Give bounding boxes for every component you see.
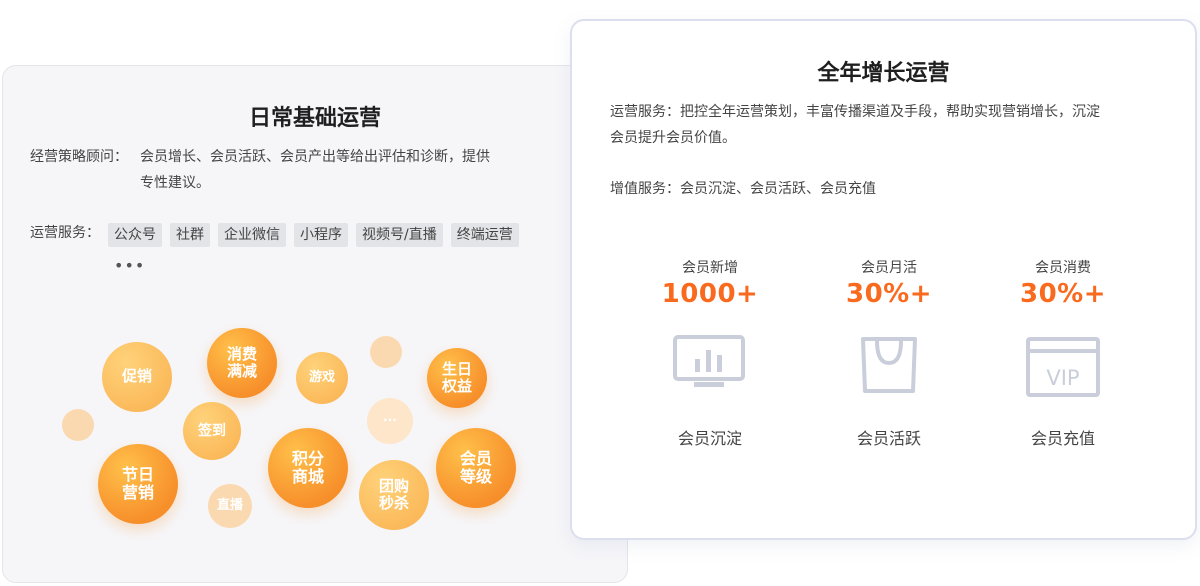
stat-new-members: 会员新增 1000+ <box>630 257 790 309</box>
bubble-small-2 <box>62 409 94 441</box>
bubble-ellipsis: ··· <box>367 398 413 444</box>
annual-growth-title: 全年增长运营 <box>817 61 950 86</box>
shopping-bag-icon <box>857 333 921 399</box>
bubble-member-level: 会员 等级 <box>436 428 516 508</box>
annual-growth-card: 全年增长运营 运营服务：把控全年运营策划，丰富传播渠道及手段，帮助实现营销增长，… <box>570 19 1197 540</box>
strategy-consultant-label: 经营策略顾问： <box>30 149 128 165</box>
bubble-birthday-rights: 生日 权益 <box>427 348 487 408</box>
strategy-consultant-desc-2: 专性建议。 <box>140 175 210 191</box>
stat-member-spend-label: 会员消费 <box>1035 260 1091 276</box>
bubble-live: 直播 <box>208 484 252 528</box>
tag-community[interactable]: 社群 <box>170 223 210 247</box>
vip-card-icon: VIP <box>1026 337 1100 401</box>
bubble-checkin: 签到 <box>183 402 241 460</box>
bubble-small-1 <box>370 336 402 368</box>
value-added-services-text: 增值服务：会员沉淀、会员活跃、会员充值 <box>610 181 876 197</box>
stat-new-members-value: 1000+ <box>661 279 759 309</box>
tag-official-account[interactable]: 公众号 <box>108 223 162 247</box>
bubble-points-mall: 积分 商城 <box>268 428 348 508</box>
stat-caption-recharge: 会员充值 <box>1030 429 1095 448</box>
monitor-chart-icon <box>672 334 746 394</box>
tag-terminal-operation[interactable]: 终端运营 <box>450 223 519 247</box>
bubble-game: 游戏 <box>296 352 348 404</box>
strategy-consultant-text: 经营策略顾问： 会员增长、会员活跃、会员产出等给出评估和诊断，提供 专性建议。 <box>30 144 550 196</box>
stat-caption-active: 会员活跃 <box>856 429 921 448</box>
tag-mini-program[interactable]: 小程序 <box>294 223 348 247</box>
tag-video-live[interactable]: 视频号/直播 <box>356 223 443 247</box>
bubble-group-flash-sale: 团购 秒杀 <box>359 460 429 530</box>
stat-caption-retention: 会员沉淀 <box>677 429 742 448</box>
strategy-consultant-desc-1: 会员增长、会员活跃、会员产出等给出评估和诊断，提供 <box>140 149 490 165</box>
daily-operation-title: 日常基础运营 <box>248 106 381 131</box>
bubble-spend-discount: 消费 满减 <box>207 328 277 398</box>
service-tags: 公众号 社群 企业微信 小程序 视频号/直播 终端运营 ••• <box>108 223 528 278</box>
stat-monthly-active-value: 30%+ <box>845 279 933 309</box>
bubble-promotion: 促销 <box>102 342 172 412</box>
tag-wecom[interactable]: 企业微信 <box>218 223 286 247</box>
stat-member-spend-value: 30%+ <box>1019 279 1107 309</box>
stat-monthly-active: 会员月活 30%+ <box>809 257 969 309</box>
daily-operation-card: 日常基础运营 经营策略顾问： 会员增长、会员活跃、会员产出等给出评估和诊断，提供 … <box>2 65 628 583</box>
operation-services-text: 运营服务：把控全年运营策划，丰富传播渠道及手段，帮助实现营销增长，沉淀 会员提升… <box>610 99 1170 151</box>
more-tags-icon[interactable]: ••• <box>108 254 145 278</box>
bubble-holiday-marketing: 节日 营销 <box>98 444 178 524</box>
operation-services-label: 运营服务： <box>30 225 100 241</box>
stat-member-spend: 会员消费 30%+ <box>983 257 1143 309</box>
vip-text: VIP <box>1046 366 1079 390</box>
stat-new-members-label: 会员新增 <box>682 260 738 276</box>
operation-services-line-1: 运营服务：把控全年运营策划，丰富传播渠道及手段，帮助实现营销增长，沉淀 <box>610 104 1100 120</box>
stat-monthly-active-label: 会员月活 <box>861 260 917 276</box>
operation-services-line-2: 会员提升会员价值。 <box>610 130 736 146</box>
